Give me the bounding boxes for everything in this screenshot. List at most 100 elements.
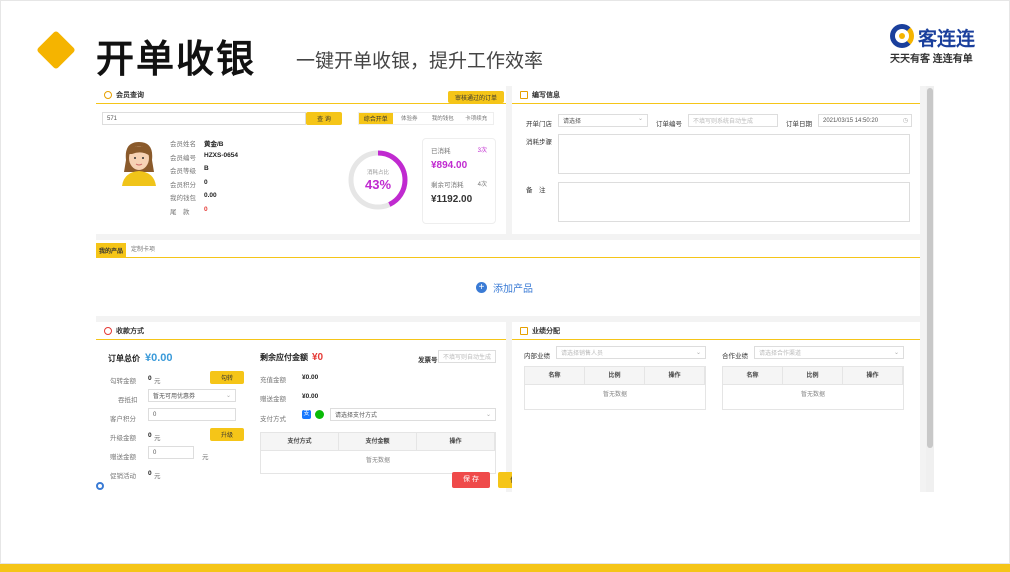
promo-label: 促销活动 (110, 473, 136, 480)
table-header: 比例 (783, 367, 843, 384)
member-wallet: 0.00 (204, 192, 217, 199)
order-date-label: 订单日期 (786, 121, 812, 128)
gift2-value: ¥0.00 (302, 393, 319, 400)
user-icon (104, 90, 112, 99)
internal-label: 内部业绩 (524, 353, 550, 360)
products-panel: 我的产品 定制卡项 + 添加产品 (96, 240, 920, 316)
invoice-label: 发票号 (418, 357, 438, 364)
brand-logo: 客连连 天天有客 连连有单 (888, 22, 988, 65)
payment-panel-header: 收款方式 (96, 322, 506, 340)
wallet-icon (104, 326, 112, 335)
member-search-input[interactable]: 571 (102, 112, 306, 125)
order-no-input[interactable]: 不填写则系统自动生成 (688, 114, 778, 127)
order-total-label: 订单总价 (108, 354, 140, 363)
table-header: 名称 (525, 367, 585, 384)
info-panel: 编写信息 开单门店 请选择 ⌄ 订单编号 不填写则系统自动生成 订单日期 2021… (512, 86, 920, 234)
store-select-value: 请选择 (563, 119, 582, 125)
chevron-down-icon: ⌄ (225, 393, 231, 399)
add-product-label: 添加产品 (493, 284, 533, 295)
promo-unit: 元 (154, 473, 161, 480)
wechat-pay-icon[interactable] (315, 410, 324, 419)
gift-unit: 元 (202, 454, 209, 461)
order-no-label: 订单编号 (656, 121, 682, 128)
tab-wallet[interactable]: 我的钱包 (426, 113, 460, 124)
internal-select[interactable]: 请选择销售人员 ⌄ (556, 346, 706, 359)
table-empty: 暂无数据 (602, 392, 627, 398)
method-select[interactable]: 请选择支付方式 ⌄ (330, 408, 496, 421)
order-total: 订单总价 ¥0.00 (108, 352, 173, 364)
steps-textarea[interactable] (558, 134, 910, 174)
invoice-placeholder: 不填写则自动生成 (443, 355, 492, 361)
save-button[interactable]: 保 存 (452, 472, 490, 488)
tab-card-recharge[interactable]: 卡项续充 (460, 113, 494, 124)
order-date-value: 2021/03/15 14:50:20 (823, 117, 879, 124)
edit-icon (520, 90, 528, 99)
remaining-label: 剩余可消耗 (431, 182, 464, 189)
member-tabs: 综合开单 体验券 我的钱包 卡项续充 (358, 112, 494, 125)
order-total-value: ¥0.00 (145, 352, 173, 364)
discount-select[interactable]: 暂无可用优惠券 ⌄ (148, 389, 236, 402)
add-product-button[interactable]: + 添加产品 (476, 280, 533, 295)
gift-label: 赠送金额 (110, 454, 136, 461)
chevron-down-icon: ⌄ (637, 116, 643, 122)
search-button[interactable]: 查 询 (306, 112, 342, 125)
tab-combined[interactable]: 综合开单 (359, 113, 393, 124)
tab-my-products[interactable]: 我的产品 (96, 243, 126, 257)
method-label: 支付方式 (260, 416, 286, 423)
chevron-down-icon: ⌄ (485, 412, 491, 418)
document-icon (520, 326, 528, 335)
coupon-value: 0 (148, 375, 152, 382)
coop-table: 名称 比例 操作 暂无数据 (722, 366, 904, 410)
order-date-input[interactable]: 2021/03/15 14:50:20 ◷ (818, 114, 912, 127)
slide: 开单收银 一键开单收银，提升工作效率 客连连 天天有客 连连有单 会员查询 审核… (0, 0, 1010, 572)
info-panel-title: 编写信息 (532, 91, 560, 99)
alipay-icon[interactable]: 支 (302, 410, 311, 419)
order-no-placeholder: 不填写则系统自动生成 (693, 119, 754, 125)
coupon-unit: 元 (154, 378, 161, 385)
ring-value: 43% (364, 177, 392, 192)
clock-icon: ◷ (902, 118, 908, 124)
internal-placeholder: 请选择销售人员 (561, 351, 604, 357)
scrollbar[interactable] (926, 86, 934, 492)
upgrade-button[interactable]: 升级 (210, 428, 244, 441)
member-fields: 会员姓名 黄金/B 会员编号 HZXS-0654 会员等级 B 会员积分 0 我的钱包 0… (170, 138, 250, 219)
consumed-label: 已消耗 (431, 148, 451, 155)
remark-textarea[interactable] (558, 182, 910, 222)
table-header: 操作 (843, 367, 903, 384)
avatar (118, 138, 160, 186)
tab-voucher[interactable]: 体验券 (393, 113, 427, 124)
consumption-ring: 消耗占比 43% (346, 148, 410, 212)
store-select[interactable]: 请选择 ⌄ (558, 114, 648, 127)
passed-orders-button[interactable]: 审核通过的订单 (448, 91, 504, 103)
table-header: 操作 (645, 367, 705, 384)
field-label: 我的钱包 (170, 195, 196, 202)
coop-label: 合作业绩 (722, 353, 748, 360)
method-select-value: 请选择支付方式 (335, 413, 378, 419)
invoice-input[interactable]: 不填写则自动生成 (438, 350, 496, 363)
amount-due: 剩余应付金额 ¥0 (260, 352, 323, 363)
field-label: 会员编号 (170, 154, 196, 162)
recharge-label: 充值金额 (260, 377, 286, 384)
chevron-down-icon: ⌄ (695, 350, 701, 356)
gift-input[interactable]: 0 (148, 446, 194, 459)
points-input[interactable]: 0 (148, 408, 236, 421)
remaining-count: 4次 (477, 182, 487, 188)
member-level: B (204, 165, 209, 172)
consumed-amount: ¥894.00 (431, 160, 468, 171)
ring-label: 消耗占比 (366, 170, 389, 176)
logo-icon (890, 24, 914, 48)
table-header: 支付金额 (339, 433, 417, 450)
gear-icon[interactable] (96, 482, 104, 490)
tab-custom-card[interactable]: 定制卡项 (126, 243, 160, 257)
logo-brand: 客连连 (918, 29, 976, 50)
table-header: 比例 (585, 367, 645, 384)
member-points: 0 (204, 178, 208, 186)
add-icon: + (476, 282, 487, 293)
scrollbar-thumb[interactable] (927, 88, 933, 448)
performance-panel-header: 业绩分配 (512, 322, 920, 340)
coop-select[interactable]: 请选择合作渠道 ⌄ (754, 346, 904, 359)
coop-placeholder: 请选择合作渠道 (759, 351, 802, 357)
products-tabs: 我的产品 定制卡项 (96, 240, 920, 258)
coupon-button[interactable]: 勾转 (210, 371, 244, 384)
coupon-label: 勾转金额 (110, 378, 136, 385)
